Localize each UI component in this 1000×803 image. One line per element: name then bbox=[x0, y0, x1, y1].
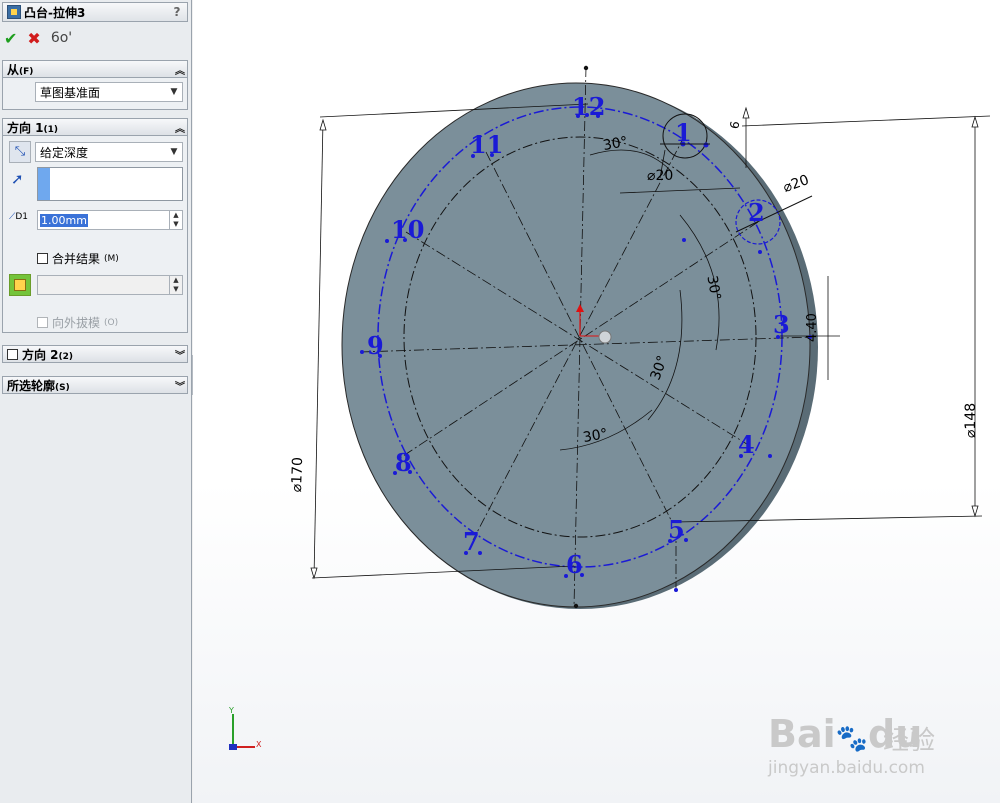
merge-result-checkbox[interactable]: 合并结果 (M) bbox=[37, 250, 119, 267]
dimension-4-40-label: 4.40 bbox=[805, 313, 820, 342]
end-condition-combo[interactable]: 给定深度 ▼ bbox=[35, 142, 183, 162]
direction-selection-box[interactable] bbox=[37, 167, 183, 201]
sketch-number-9: 9 bbox=[367, 331, 384, 360]
from-group-body: 草图基准面 ▼ bbox=[2, 78, 188, 110]
feature-title: 凸台-拉伸3 bbox=[24, 5, 86, 20]
from-group-key: (F) bbox=[19, 66, 34, 77]
depth-value: 1.00mm bbox=[40, 213, 88, 227]
contours-title: 所选轮廓 bbox=[7, 378, 56, 393]
draft-outward-key: (O) bbox=[104, 317, 119, 328]
spin-arrows-icon[interactable]: ▲ ▼ bbox=[169, 276, 182, 294]
selection-focus-bar bbox=[38, 168, 50, 200]
property-manager-panel: 凸台-拉伸3 ? ✔ ✖ 6o' 从(F) ︽ 草图基准面 ▼ 方向 1(1) … bbox=[0, 0, 192, 803]
direction1-key: (1) bbox=[43, 124, 59, 135]
direction2-title: 方向 2 bbox=[22, 347, 59, 362]
feature-title-bar: 凸台-拉伸3 ? bbox=[2, 2, 188, 22]
sketch-number-11: 11 bbox=[470, 130, 504, 159]
from-group-title: 从 bbox=[7, 62, 20, 77]
merge-result-key: (M) bbox=[104, 253, 119, 264]
draft-angle-input[interactable]: ▲ ▼ bbox=[37, 275, 183, 295]
contours-group-header[interactable]: 所选轮廓(S) ︾ bbox=[2, 376, 188, 394]
dimension-170-label: ⌀170 bbox=[289, 456, 307, 493]
action-buttons: ✔ ✖ 6o' bbox=[4, 27, 72, 49]
triad-x-label: X bbox=[256, 740, 262, 749]
collapse-icon[interactable]: ︽ bbox=[173, 62, 187, 77]
draft-toggle-icon[interactable] bbox=[9, 274, 31, 296]
depth-icon-label: D1 bbox=[15, 212, 28, 222]
from-group-header[interactable]: 从(F) ︽ bbox=[2, 60, 188, 78]
from-start-combo[interactable]: 草图基准面 ▼ bbox=[35, 82, 183, 102]
sketch-number-6: 6 bbox=[566, 550, 583, 579]
checkbox-box[interactable] bbox=[37, 253, 48, 264]
triad-y-label: Y bbox=[229, 706, 234, 715]
draft-outward-label: 向外拔模 bbox=[52, 316, 101, 330]
direction2-checkbox[interactable] bbox=[7, 348, 18, 360]
direction-vector-icon: ➚ bbox=[11, 170, 24, 188]
collapse-icon[interactable]: ︽ bbox=[173, 120, 187, 135]
sketch-number-3: 3 bbox=[773, 310, 790, 339]
cancel-button[interactable]: ✖ bbox=[27, 29, 40, 48]
spin-arrows-icon[interactable]: ▲ ▼ bbox=[169, 211, 182, 229]
expand-icon[interactable]: ︾ bbox=[173, 347, 187, 362]
depth-icon: ⟋D1 bbox=[9, 212, 28, 222]
contours-key: (S) bbox=[55, 382, 70, 393]
sketch-number-5: 5 bbox=[668, 515, 685, 544]
sketch-number-1: 1 bbox=[675, 118, 692, 147]
direction1-group-header[interactable]: 方向 1(1) ︽ bbox=[2, 118, 188, 136]
watermark-jingyan: 经验 bbox=[883, 726, 936, 756]
expand-icon[interactable]: ︾ bbox=[173, 378, 187, 393]
chevron-down-icon: ▼ bbox=[170, 147, 178, 157]
draft-outward-checkbox[interactable]: 向外拔模 (O) bbox=[37, 314, 118, 331]
sketch-number-2: 2 bbox=[748, 198, 765, 227]
from-start-value: 草图基准面 bbox=[40, 85, 101, 100]
direction1-group-body: ⤡ 给定深度 ▼ ➚ ⟋D1 1.00mm ▲ ▼ 合并结果 (M) ▲ ▼ 向外拔模… bbox=[2, 136, 188, 333]
end-condition-value: 给定深度 bbox=[40, 145, 89, 160]
chevron-down-icon: ▼ bbox=[170, 87, 178, 97]
sketch-number-7: 7 bbox=[463, 527, 480, 556]
direction2-group-header[interactable]: 方向 2(2) ︾ bbox=[2, 345, 188, 363]
hole1-diameter-label: ⌀20 bbox=[647, 168, 674, 184]
detailed-preview-button[interactable]: 6o' bbox=[51, 30, 72, 46]
sketch-number-4: 4 bbox=[738, 430, 755, 459]
merge-result-label: 合并结果 bbox=[52, 252, 101, 266]
direction2-key: (2) bbox=[58, 351, 74, 362]
depth-input[interactable]: 1.00mm ▲ ▼ bbox=[37, 210, 183, 230]
watermark-url: jingyan.baidu.com bbox=[768, 758, 925, 778]
dimension-148-label: ⌀148 bbox=[963, 402, 979, 438]
checkbox-box[interactable] bbox=[37, 317, 48, 328]
axis-triad: Y X bbox=[229, 706, 269, 750]
direction1-title: 方向 1 bbox=[7, 120, 44, 135]
sketch-number-8: 8 bbox=[395, 448, 412, 477]
extrude-feature-icon bbox=[7, 5, 21, 19]
reverse-direction-icon[interactable]: ⤡ bbox=[9, 141, 31, 163]
graphics-viewport[interactable]: 12 1 2 3 4 5 6 7 8 9 10 11 ⌀170 ⌀148 ⌀20… bbox=[193, 0, 1000, 803]
sketch-number-12: 12 bbox=[572, 92, 606, 121]
sketch-number-10: 10 bbox=[391, 215, 425, 244]
ok-button[interactable]: ✔ bbox=[4, 29, 17, 48]
help-icon[interactable]: ? bbox=[169, 4, 185, 20]
